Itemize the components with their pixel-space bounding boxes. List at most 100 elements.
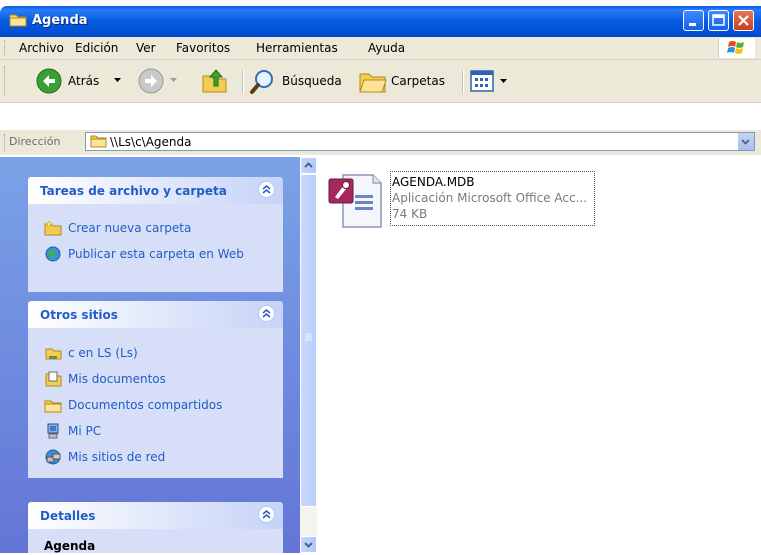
close-button[interactable] [733,10,754,31]
folders-icon [359,73,387,93]
window-title: Agenda [32,13,88,28]
title-bar[interactable]: Agenda [0,6,761,37]
place-network-drive[interactable]: c en LS (Ls) [44,344,138,362]
chevron-up-icon [262,185,271,194]
network-places-icon [45,449,61,465]
maximize-icon [712,14,725,26]
chevron-up-icon [262,510,271,519]
task-label: Mis documentos [68,372,166,386]
task-label: Documentos compartidos [68,398,223,412]
task-label: Crear nueva carpeta [68,221,192,235]
file-name: AGENDA.MDB [392,175,475,189]
toolbar-grip[interactable] [4,66,7,96]
collapse-button[interactable] [258,506,275,523]
details-body: Agenda [28,529,283,553]
other-places-body: c en LS (Ls) Mis documentos Documentos c… [28,328,283,478]
scroll-down-button[interactable] [300,536,317,553]
file-tasks-panel: Tareas de archivo y carpeta Crear nueva … [28,177,283,292]
address-label: Dirección [9,135,61,148]
back-arrow-icon [36,68,62,94]
chevron-up-icon [304,162,313,168]
chevron-down-icon [741,139,750,145]
access-database-icon [328,174,382,228]
close-icon [738,15,749,26]
address-grip[interactable] [4,134,7,152]
folders-button[interactable]: Carpetas [358,66,458,96]
file-tasks-title: Tareas de archivo y carpeta [40,184,227,198]
file-item-agenda[interactable] [327,171,385,234]
up-folder-icon [202,69,227,93]
task-publish-web[interactable]: Publicar esta carpeta en Web [44,245,244,263]
views-button[interactable] [470,68,512,94]
other-places-panel: Otros sitios c en LS (Ls) Mis documentos [28,301,283,478]
other-places-header[interactable]: Otros sitios [28,301,283,328]
details-header[interactable]: Detalles [28,502,283,529]
task-label: Mis sitios de red [68,450,166,464]
place-my-documents[interactable]: Mis documentos [44,370,166,388]
details-panel: Detalles Agenda [28,502,283,553]
file-tasks-header[interactable]: Tareas de archivo y carpeta [28,177,283,204]
file-label[interactable]: AGENDA.MDB Aplicación Microsoft Office A… [390,171,595,226]
task-pane: Tareas de archivo y carpeta Crear nueva … [0,157,300,553]
toolbar-separator [242,70,244,94]
details-folder-name: Agenda [44,539,96,553]
vertical-scrollbar[interactable] [300,157,317,553]
forward-arrow-icon [138,68,164,94]
chevron-down-icon[interactable] [500,79,508,85]
chevron-down-icon [304,542,313,548]
search-label: Búsqueda [282,74,342,88]
file-size: 74 KB [392,207,428,221]
up-folder-button[interactable] [200,66,230,96]
other-places-title: Otros sitios [40,308,118,322]
place-my-computer[interactable]: Mi PC [44,422,101,440]
folder-icon [90,135,107,148]
my-documents-icon [45,371,62,387]
grip-lines-icon [305,333,312,341]
menu-edicion[interactable]: Edición [75,41,118,55]
address-value: \\Ls\c\Agenda [110,135,192,149]
collapse-button[interactable] [258,305,275,322]
place-shared-documents[interactable]: Documentos compartidos [44,396,222,414]
standard-toolbar: Atrás Búsqueda Carpetas [0,60,761,103]
menu-favoritos[interactable]: Favoritos [176,41,230,55]
folders-label: Carpetas [391,74,445,88]
search-button[interactable]: Búsqueda [249,66,349,96]
task-new-folder[interactable]: Crear nueva carpeta [44,219,191,237]
menu-ver[interactable]: Ver [136,41,156,55]
address-input[interactable]: \\Ls\c\Agenda [85,132,755,151]
address-bar: Dirección \\Ls\c\Agenda [0,130,761,155]
task-label: Publicar esta carpeta en Web [68,247,244,261]
chevron-down-icon[interactable] [114,78,122,84]
back-button[interactable]: Atrás [14,64,124,98]
views-icon [470,70,494,92]
task-label: Mi PC [68,424,102,438]
network-drive-icon [45,348,62,360]
file-type: Aplicación Microsoft Office Acc... [392,191,588,205]
scroll-up-button[interactable] [300,157,317,174]
menu-ayuda[interactable]: Ayuda [368,41,405,55]
collapse-button[interactable] [258,181,275,198]
folder-icon [9,13,27,27]
address-dropdown-button[interactable] [737,133,754,150]
shared-folder-icon [44,400,62,413]
scroll-thumb[interactable] [300,174,317,507]
menu-herramientas[interactable]: Herramientas [256,41,338,55]
minimize-button[interactable] [683,10,704,31]
details-title: Detalles [40,509,96,523]
maximize-button[interactable] [708,10,729,31]
task-label: c en LS (Ls) [68,346,138,360]
publish-web-icon [45,246,61,262]
chevron-down-icon[interactable] [170,78,178,84]
menu-archivo[interactable]: Archivo [19,41,64,55]
menu-grip[interactable] [4,40,7,56]
forward-button[interactable] [136,64,178,98]
windows-logo-icon [718,38,755,58]
back-label: Atrás [68,74,100,88]
search-icon [250,70,273,94]
menu-bar: Archivo Edición Ver Favoritos Herramient… [0,37,761,60]
place-network-places[interactable]: Mis sitios de red [44,448,165,466]
file-tasks-body: Crear nueva carpeta Publicar esta carpet… [28,204,283,292]
toolbar-separator [462,70,464,94]
minimize-icon [689,23,696,26]
new-folder-icon [44,220,62,236]
